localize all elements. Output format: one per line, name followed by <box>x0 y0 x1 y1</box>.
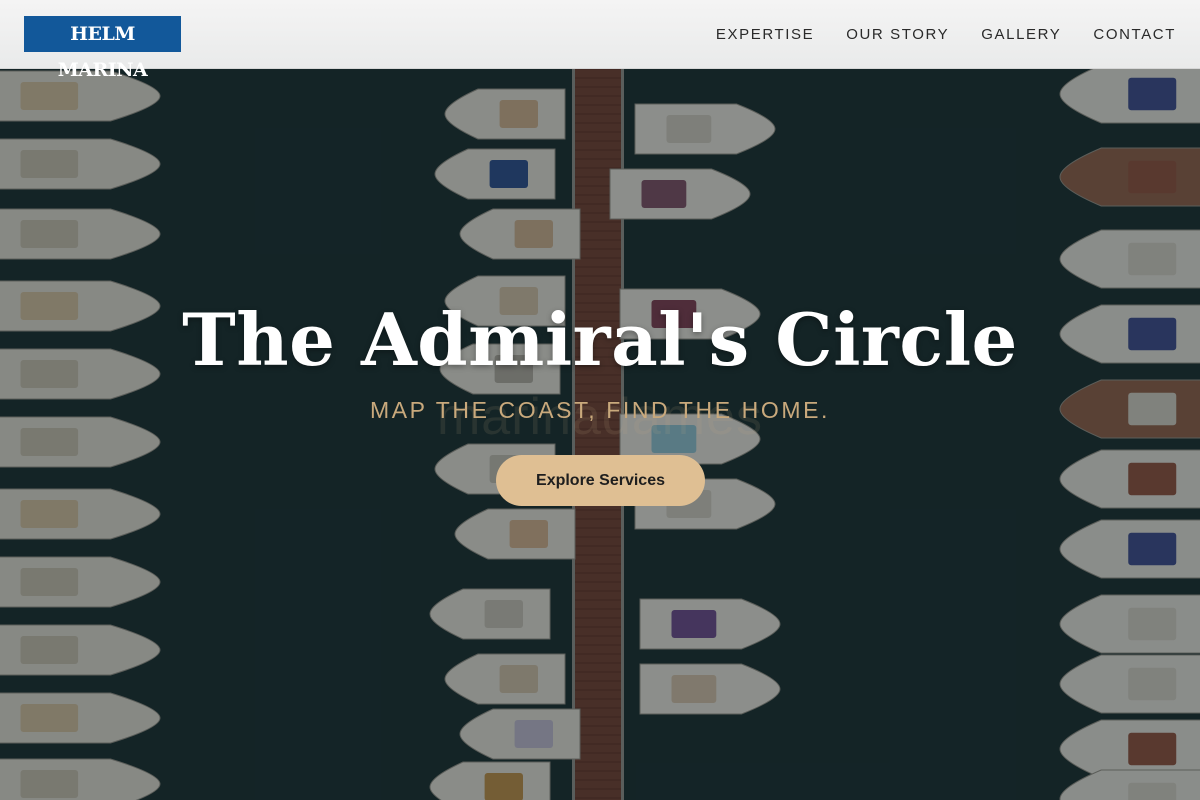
hero-subtitle: MAP THE COAST, FIND THE HOME. <box>369 397 831 423</box>
logo[interactable]: HELM MARINA <box>24 16 181 81</box>
site-header: HELM MARINA EXPERTISE OUR STORY GALLERY … <box>0 0 1200 81</box>
main-nav: EXPERTISE OUR STORY GALLERY CONTACT <box>684 0 1176 69</box>
nav-link-contact[interactable]: CONTACT <box>1093 26 1176 43</box>
hero-title: The Admiral's Circle <box>182 297 1018 382</box>
nav-link-expertise[interactable]: EXPERTISE <box>716 26 814 43</box>
explore-services-button[interactable]: Explore Services <box>496 455 705 506</box>
nav-link-gallery[interactable]: GALLERY <box>981 26 1061 43</box>
page: HELM MARINA EXPERTISE OUR STORY GALLERY … <box>0 0 1200 800</box>
hero-section: marinadames The Admiral's Circle MAP THE… <box>0 69 1200 800</box>
nav-link-our-story[interactable]: OUR STORY <box>846 26 949 43</box>
